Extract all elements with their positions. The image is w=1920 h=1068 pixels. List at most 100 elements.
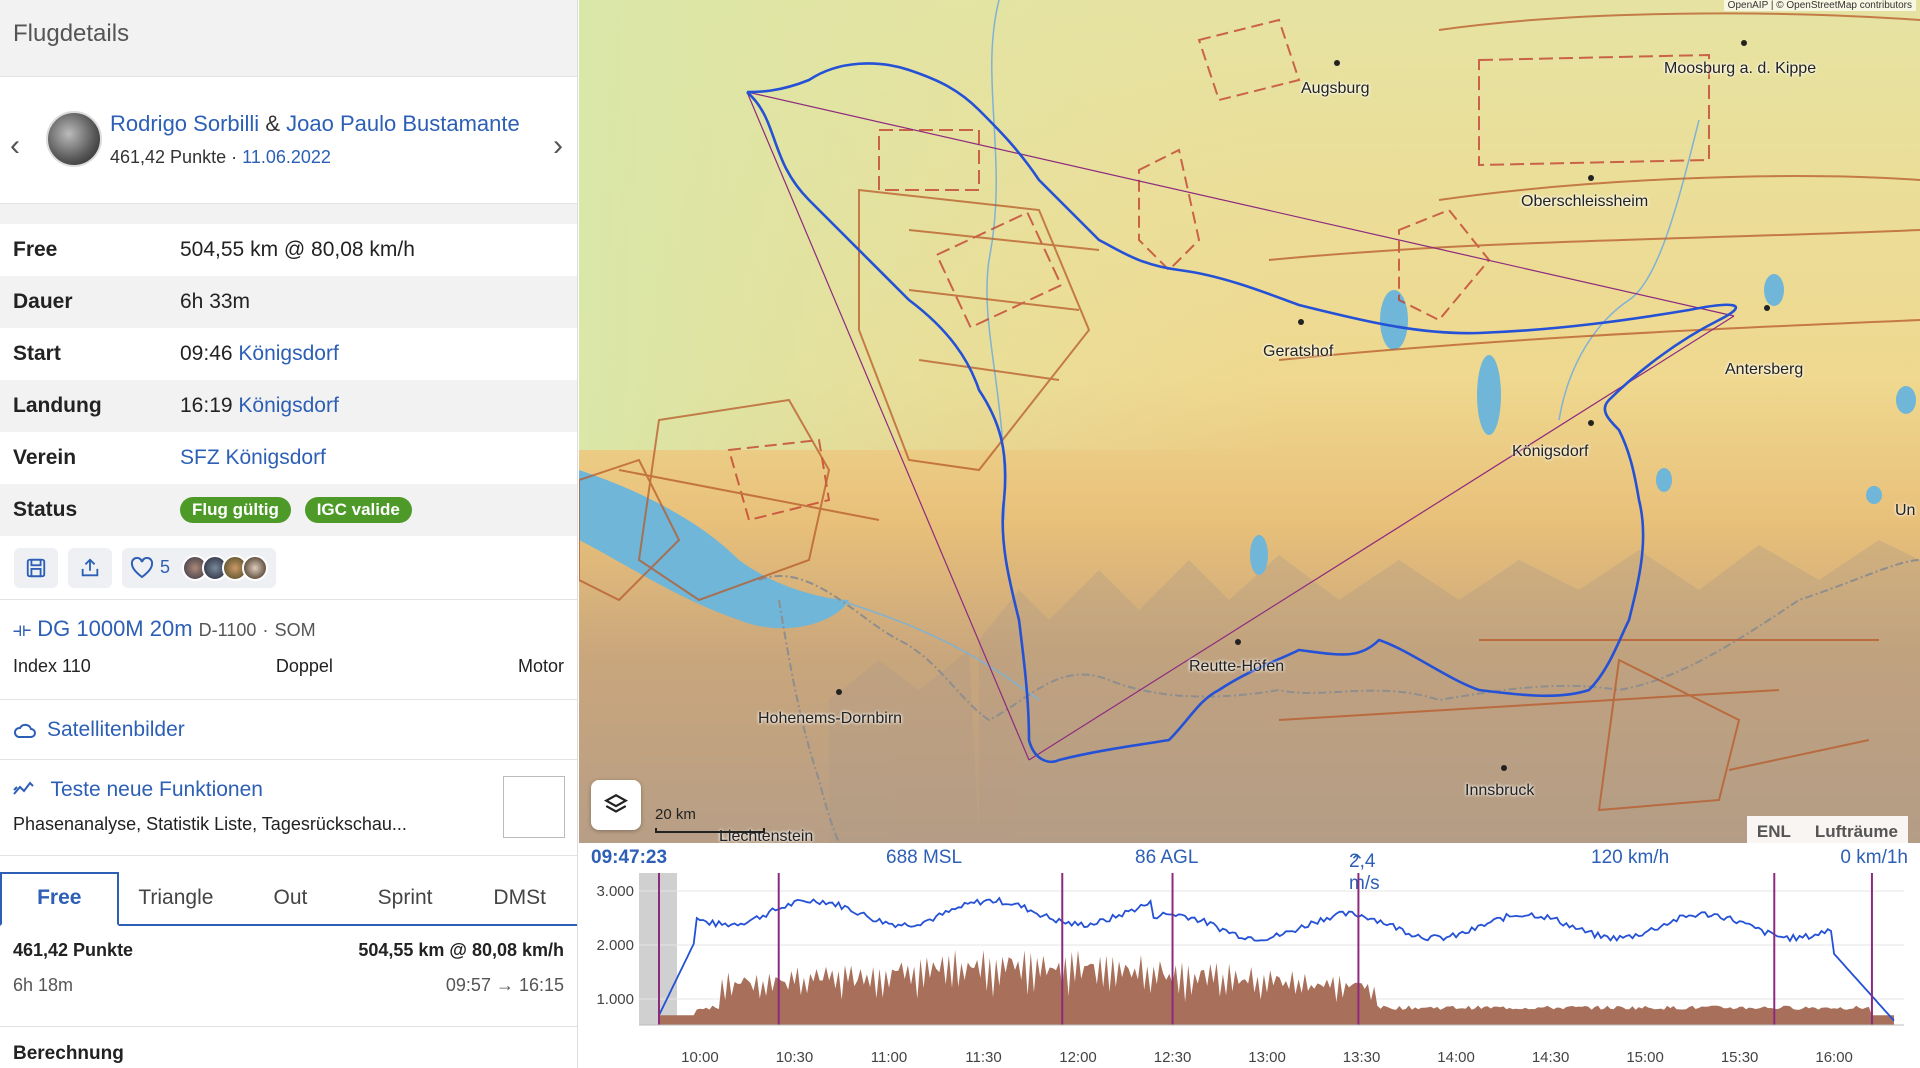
liker-avatars[interactable] [182, 554, 269, 581]
aircraft-title: ⟛ DG 1000M 20m D-1100 · SOM [13, 600, 564, 642]
scale-label: 20 km [655, 806, 696, 823]
result-times: 09:57 → 16:15 [445, 975, 564, 995]
detail-key: Verein [13, 446, 77, 469]
result-points: 461,42 Punkte [13, 940, 134, 960]
place-label: Geratshof [1263, 343, 1334, 360]
pilot-header: ‹ Rodrigo Sorbilli & Joao Paulo Bustaman… [0, 76, 577, 204]
calculation-heading: Berechnung [0, 1026, 577, 1065]
features-section[interactable]: Teste neue Funktionen Phasenanalyse, Sta… [0, 760, 577, 856]
scoring-tabs: Free Triangle Out Sprint DMSt [0, 868, 577, 926]
chevron-right-icon[interactable]: › [553, 129, 563, 163]
pilot-separator: & [265, 111, 280, 136]
plane-icon: ⟛ [13, 619, 32, 641]
flight-map[interactable]: OpenAIP | © OpenStreetMap contributors A… [579, 0, 1920, 843]
y-tick-label: 3.000 [596, 883, 634, 900]
x-tick-label: 15:30 [1721, 1049, 1759, 1066]
x-tick-labels: 10:00 10:30 11:00 11:30 12:00 12:30 13:00 13:30… [681, 1049, 1853, 1066]
detail-key: Landung [13, 394, 102, 417]
detail-row-status: Status Flug gültig IGC valide [0, 484, 577, 536]
toggle-airspaces[interactable]: Lufträume [1815, 822, 1898, 842]
like-count: 5 [160, 557, 171, 577]
ground-elevation [659, 949, 1894, 1025]
save-button[interactable] [14, 547, 58, 588]
detail-value: 504,55 km @ 80,08 km/h [180, 238, 415, 261]
aircraft-section: ⟛ DG 1000M 20m D-1100 · SOM Index 110 Do… [0, 600, 577, 700]
detail-key: Start [13, 342, 61, 365]
detail-value: SFZ Königsdorf [180, 446, 326, 470]
pilot-link[interactable]: Rodrigo Sorbilli [110, 111, 259, 136]
aircraft-index: Index 110 [13, 656, 91, 676]
satellite-label: Satellitenbilder [47, 717, 185, 741]
result-duration: 6h 18m [13, 975, 74, 995]
result-row: 461,42 Punkte 504,55 km @ 80,08 km/h [13, 940, 564, 961]
heart-icon [130, 556, 154, 578]
detail-value: 16:19 Königsdorf [180, 394, 339, 418]
status-badge: IGC valide [304, 497, 412, 523]
barogram[interactable]: 09:47:23 688 MSL 86 AGL ⌃ 2,4 m/s 120 km… [579, 843, 1920, 1068]
detail-key: Dauer [13, 290, 73, 313]
tab-dmst[interactable]: DMSt [462, 886, 577, 924]
club-link[interactable]: SFZ Königsdorf [180, 446, 326, 469]
map-attribution[interactable]: OpenAIP | © OpenStreetMap contributors [1723, 0, 1916, 11]
tab-triangle[interactable]: Triangle [119, 886, 234, 924]
aircraft-info: Index 110 Doppel Motor [13, 656, 564, 677]
share-icon [81, 557, 99, 576]
tab-free[interactable]: Free [0, 872, 119, 926]
action-bar: 5 [0, 536, 577, 600]
share-button[interactable] [68, 547, 112, 588]
x-tick-label: 13:30 [1343, 1049, 1381, 1066]
tab-sprint[interactable]: Sprint [348, 886, 463, 924]
detail-value: 6h 33m [180, 290, 251, 313]
avatar[interactable] [46, 111, 102, 167]
map-toggles: ENL Lufträume [1746, 816, 1908, 843]
features-title: Teste neue Funktionen [13, 760, 564, 802]
divider [0, 204, 577, 224]
x-tick-label: 10:00 [681, 1049, 719, 1066]
app-root: Flugdetails ‹ Rodrigo Sorbilli & Joao Pa… [0, 0, 1920, 1068]
dot-separator: · [262, 620, 269, 640]
detail-row-duration: Dauer 6h 33m [0, 276, 577, 328]
flight-date-link[interactable]: 11.06.2022 [242, 147, 331, 167]
lowland-shading [579, 0, 1279, 450]
features-thumbnail [503, 776, 565, 838]
x-tick-label: 12:30 [1154, 1049, 1192, 1066]
x-tick-label: 12:00 [1059, 1049, 1097, 1066]
copilot-link[interactable]: Joao Paulo Bustamante [286, 111, 520, 136]
place-label: Un [1895, 502, 1916, 519]
trend-icon [13, 781, 34, 795]
place-label: Hohenems-Dornbirn [758, 710, 903, 727]
result-distance: 504,55 km @ 80,08 km/h [358, 940, 564, 960]
tab-out[interactable]: Out [233, 886, 348, 924]
landing-time: 16:19 [180, 394, 233, 417]
place-label: Oberschleissheim [1521, 193, 1649, 210]
layers-icon [604, 794, 628, 813]
aircraft-engine: Motor [517, 656, 564, 676]
landing-airfield-link[interactable]: Königsdorf [238, 394, 338, 417]
detail-key: Free [13, 238, 58, 261]
detail-value: Flug gültig IGC valide [180, 497, 420, 523]
like-button[interactable]: 5 [122, 547, 277, 588]
barogram-chart[interactable]: 3.000 2.000 1.000 10:00 10:30 11:00 11:30 12… [579, 843, 1920, 1068]
x-tick-label: 16:00 [1815, 1049, 1853, 1066]
chevron-left-icon[interactable]: ‹ [10, 129, 20, 163]
features-subtitle: Phasenanalyse, Statistik Liste, Tagesrüc… [13, 814, 407, 834]
dot-separator: · [231, 147, 238, 167]
aircraft-callsign: SOM [274, 620, 316, 640]
flight-points: 461,42 Punkte [110, 147, 227, 167]
status-badge: Flug gültig [180, 497, 291, 523]
score-result: 461,42 Punkte 504,55 km @ 80,08 km/h 6h … [0, 926, 577, 996]
x-tick-label: 13:00 [1248, 1049, 1286, 1066]
result-row: 6h 18m 09:57 → 16:15 [13, 975, 564, 996]
layers-button[interactable] [591, 780, 641, 830]
x-tick-label: 14:30 [1532, 1049, 1570, 1066]
start-airfield-link[interactable]: Königsdorf [238, 342, 338, 365]
satellite-link[interactable]: Satellitenbilder [0, 700, 577, 760]
aircraft-registration: D-1100 [198, 620, 257, 640]
x-tick-label: 15:00 [1626, 1049, 1664, 1066]
place-label: Augsburg [1301, 80, 1370, 97]
place-label: Innsbruck [1465, 782, 1535, 799]
aircraft-type-link[interactable]: DG 1000M 20m [37, 616, 192, 641]
detail-value: 09:46 Königsdorf [180, 342, 339, 366]
pilot-names: Rodrigo Sorbilli & Joao Paulo Bustamante [110, 111, 520, 137]
toggle-enl[interactable]: ENL [1757, 822, 1791, 842]
